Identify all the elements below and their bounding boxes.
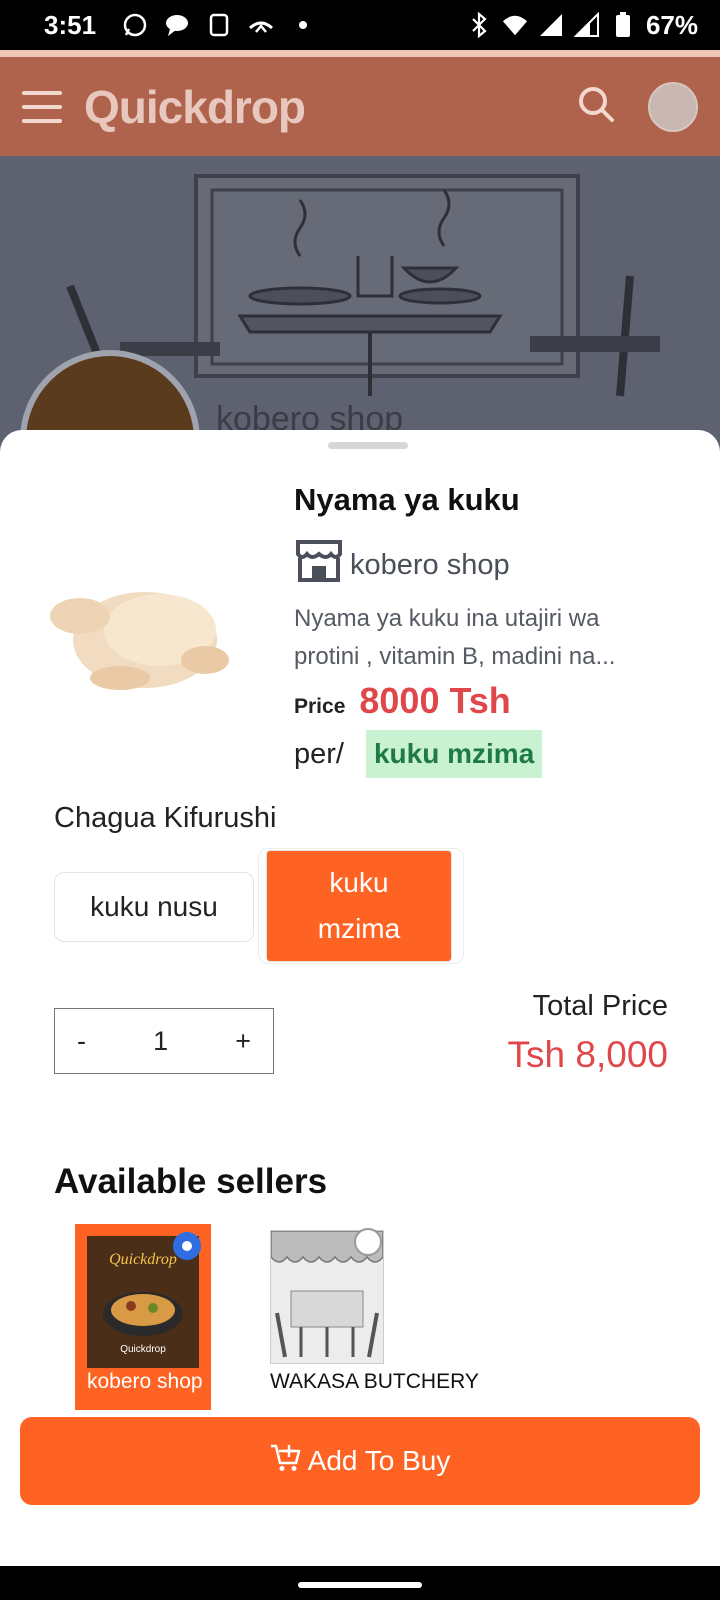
whatsapp-icon xyxy=(122,12,148,38)
chat-icon xyxy=(164,12,190,38)
price-row: Price 8000 Tsh xyxy=(294,680,511,722)
seller-name: kobero shop xyxy=(87,1370,203,1393)
product-sheet: Nyama ya kuku kobero shop Nyama ya kuku … xyxy=(0,430,720,1594)
seller-name: WAKASA BUTCHERY xyxy=(270,1370,479,1393)
brand-logo: Quickdrop xyxy=(84,80,306,133)
signal-icon xyxy=(538,12,564,38)
quantity-value: 1 xyxy=(153,1025,169,1056)
decrement-button[interactable]: - xyxy=(77,1026,86,1057)
add-to-buy-button[interactable]: Add To Buy xyxy=(20,1417,700,1505)
app-header: Quickdrop xyxy=(0,50,720,156)
product-title: Nyama ya kuku xyxy=(294,482,520,517)
product-image xyxy=(40,560,240,720)
sim-icon xyxy=(206,12,232,38)
status-time: 3:51 xyxy=(44,9,97,40)
increment-button[interactable]: + xyxy=(235,1026,251,1057)
signal-2-icon xyxy=(573,12,600,38)
svg-text:Quickdrop: Quickdrop xyxy=(109,1251,177,1268)
battery-percent: 67% xyxy=(645,9,698,40)
sellers-title: Available sellers xyxy=(54,1162,328,1201)
product-shop[interactable]: kobero shop xyxy=(294,538,510,592)
product-shop-name: kobero shop xyxy=(350,548,510,581)
shop-banner: kobero shop xyxy=(0,156,720,456)
seller-radio-selected[interactable] xyxy=(173,1232,201,1260)
quantity-stepper: - 1 + xyxy=(54,1008,274,1074)
menu-icon[interactable] xyxy=(22,90,62,123)
per-label: per/ xyxy=(294,737,344,770)
store-icon xyxy=(294,538,344,592)
avatar[interactable] xyxy=(648,81,698,132)
battery-icon xyxy=(610,12,636,38)
package-option-kuku-mzima[interactable]: kuku mzima xyxy=(266,850,452,962)
svg-text:Quickdrop: Quickdrop xyxy=(120,1344,166,1355)
sheet-handle[interactable] xyxy=(328,442,408,449)
total-price-label: Total Price xyxy=(532,990,668,1022)
system-icons: 67% xyxy=(466,10,698,41)
add-cart-icon xyxy=(270,1443,302,1480)
search-icon[interactable] xyxy=(576,84,616,129)
price-label: Price xyxy=(294,695,346,718)
home-gesture-pill[interactable] xyxy=(298,1582,422,1588)
bluetooth-icon xyxy=(466,12,492,38)
seller-card-wakasa-butchery[interactable]: WAKASA BUTCHERY xyxy=(270,1228,520,1400)
status-bar: 3:51 67% xyxy=(0,0,720,50)
notification-icons xyxy=(122,12,316,38)
add-to-buy-label: Add To Buy xyxy=(307,1445,451,1476)
total-price-value: Tsh 8,000 xyxy=(507,1034,668,1075)
product-description: Nyama ya kuku ina utajiri wa protini , v… xyxy=(294,605,616,670)
seller-card-kobero-shop[interactable]: Quickdrop Quickdrop kobero shop xyxy=(75,1224,211,1410)
wifi-icon xyxy=(502,12,528,38)
package-title: Chagua Kifurushi xyxy=(54,802,277,834)
unit-badge: kuku mzima xyxy=(365,730,543,778)
dot-icon xyxy=(290,12,316,38)
missed-call-icon xyxy=(248,12,274,38)
seller-radio[interactable] xyxy=(354,1228,382,1256)
price-value: 8000 Tsh xyxy=(359,680,511,721)
package-option-kuku-nusu[interactable]: kuku nusu xyxy=(54,872,254,942)
unit-row: per/ kuku mzima xyxy=(294,730,543,778)
